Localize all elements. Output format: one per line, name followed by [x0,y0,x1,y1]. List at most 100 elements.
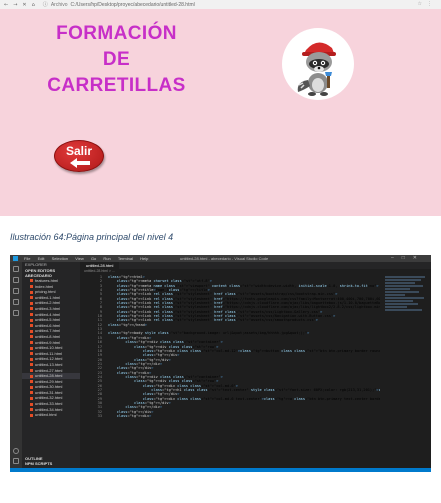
html-file-icon [30,301,33,305]
html-file-icon [30,368,33,372]
title-line-3: CARRETILLAS [47,75,186,96]
account-icon[interactable] [13,448,19,454]
home-icon[interactable]: ⌂ [32,2,35,8]
file-name: untitled-8.html [35,333,61,339]
html-file-icon [30,313,33,316]
code-text: class="tg"><div> [116,414,152,418]
editor-tabs: untitled-28.html [80,262,431,269]
html-file-icon [30,380,33,384]
html-file-icon [30,335,33,339]
file-name: untitled-4.html [35,311,61,317]
file-name: index.html [35,283,54,289]
extensions-icon[interactable] [13,310,19,316]
npm-scripts-section[interactable]: NPM SCRIPTS [22,461,80,466]
code-editor[interactable]: 1 class="tg"><html> 2 class="tg"><meta cha… [80,275,380,418]
address-bar: ← → ✕ ⌂ ⓘ Archivo C:/Users/hp/Desktop/pr… [0,0,441,9]
minimap[interactable] [385,276,427,316]
menu-run[interactable]: Run [103,256,110,261]
file-name: untitled-13.html [35,361,63,367]
file-item[interactable]: untitled.html [22,412,80,418]
search-icon[interactable] [13,277,19,283]
sidebar-bottom-panels: OUTLINE NPM SCRIPTS [22,456,80,466]
html-file-icon [30,408,33,412]
vscode-title-bar: File Edit Selection View Go Run Terminal… [10,255,431,262]
url-text[interactable]: C:/Users/hp/Desktop/proyec/abecedario/un… [71,2,195,8]
back-arrow-icon[interactable]: ← [4,2,8,8]
menu-help[interactable]: Help [140,256,148,261]
window-title: untitled-28.html - abecedario - Visual S… [180,256,269,261]
menu-edit[interactable]: Edit [38,256,45,261]
html-file-icon [30,396,33,400]
file-name: features.html [35,278,59,283]
vscode-window: File Edit Selection View Go Run Terminal… [10,255,431,472]
window-controls[interactable]: –□✕ [391,255,425,261]
menu-bar: File Edit Selection View Go Run Terminal… [18,256,148,261]
html-file-icon [30,285,33,289]
file-name: untitled-10.html [35,345,63,351]
html-file-icon [30,413,33,417]
html-file-icon [30,290,33,294]
file-name: pricing.html [35,289,56,295]
file-name: untitled-1.html [35,294,61,300]
exit-button-label: Salir [65,144,92,158]
file-name: untitled-3.html [35,305,61,311]
menu-terminal[interactable]: Terminal [118,256,133,261]
exit-arrow-icon [70,158,90,168]
code-line[interactable]: 33 class="tg"><div> [80,414,380,418]
html-file-icon [30,346,33,350]
html-file-icon [30,385,33,389]
editor-area: untitled-28.html untitled-28.html > ... … [80,262,431,468]
explorer-icon[interactable] [13,266,19,272]
html-file-icon [30,296,33,300]
file-name: untitled-12.html [35,356,63,362]
file-name: untitled-5.html [35,317,61,323]
explorer-sidebar: EXPLORER OPEN EDITORS ABECEDARIO feature… [22,262,80,468]
file-name: untitled-34.html [35,406,63,412]
file-name: untitled-7.html [35,328,61,334]
tab-untitled-28[interactable]: untitled-28.html [80,262,120,269]
menu-selection[interactable]: Selection [52,256,68,261]
file-name: untitled-29.html [35,378,63,384]
title-line-1: FORMACIÓN [56,23,177,44]
html-file-icon [30,352,33,356]
file-name: untitled-6.html [35,322,61,328]
status-bar [10,468,431,472]
html-file-icon [30,318,33,322]
html-file-icon [30,307,33,311]
settings-gear-icon[interactable] [13,458,19,464]
file-name: untitled-2.html [35,300,61,306]
run-debug-icon[interactable] [13,299,19,305]
html-file-icon [30,329,33,333]
address-info-label: Archivo [50,1,68,8]
file-name: untitled-9.html [35,339,61,345]
file-name: untitled.html [35,412,57,418]
menu-go[interactable]: Go [91,256,96,261]
exit-button[interactable]: Salir [54,140,104,172]
html-file-icon [30,363,33,367]
title-line-2: DE [102,49,131,70]
code-text: class="tg"></head> [108,322,147,327]
file-name: untitled-27.html [35,367,63,373]
file-name: untitled-33.html [35,401,63,407]
forward-arrow-icon[interactable]: → [13,2,17,8]
raccoon-mascot-image [282,28,354,100]
breadcrumb[interactable]: untitled-28.html > ... [80,269,431,274]
info-icon: ⓘ [42,2,48,8]
html-file-icon [30,402,33,406]
html-file-icon [30,391,33,395]
file-name: untitled-32.html [35,395,63,401]
html-file-icon [30,374,33,378]
menu-file[interactable]: File [24,256,30,261]
html-file-icon [30,279,33,283]
menu-view[interactable]: View [75,256,84,261]
file-name: untitled-11.html [35,350,63,356]
file-name: untitled-31.html [35,389,63,395]
source-control-icon[interactable] [13,288,19,294]
html-file-icon [30,357,33,361]
browser-window: ← → ✕ ⌂ ⓘ Archivo C:/Users/hp/Desktop/pr… [0,0,441,216]
browser-menu-icons[interactable]: ☆⋮ [418,1,437,7]
activity-bar [10,262,22,468]
file-name: untitled-30.html [35,384,63,390]
close-icon[interactable]: ✕ [22,2,26,8]
file-list: features.html index.html pricing.html untit… [22,278,80,418]
